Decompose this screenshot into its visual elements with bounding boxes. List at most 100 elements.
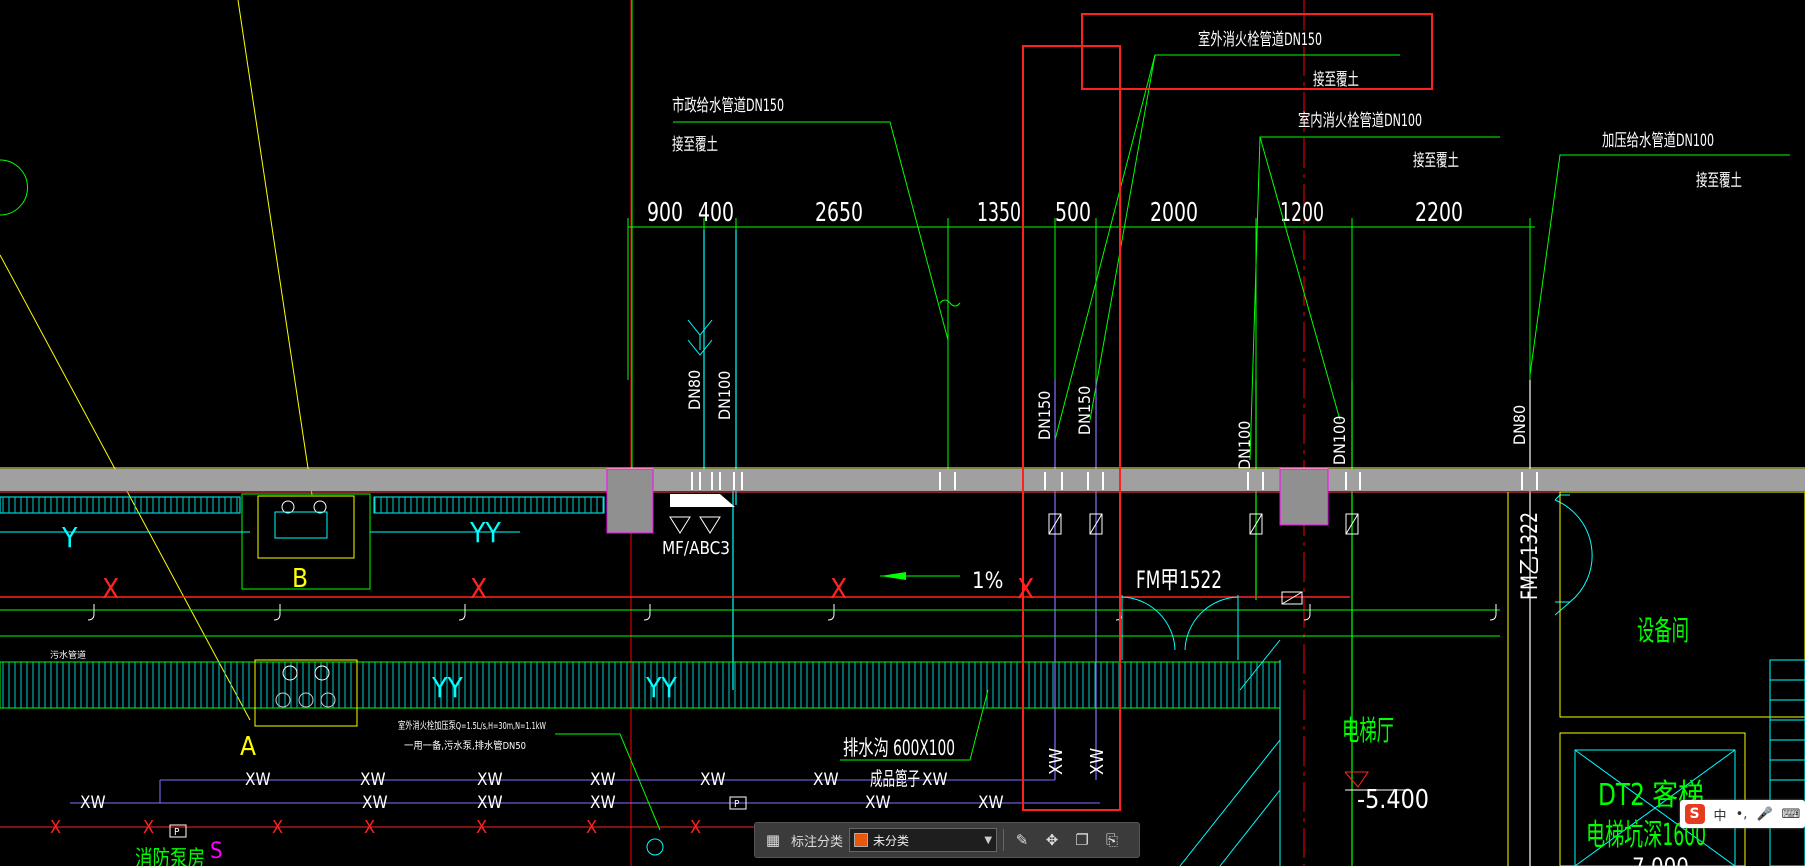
highlight-box-label [1081, 13, 1433, 90]
pit-a-label: A [240, 732, 256, 762]
dim-label: 400 [698, 198, 734, 228]
door-fm [1121, 595, 1239, 660]
vertical-size-label: DN100 [715, 371, 734, 420]
ime-status-bar[interactable]: S 中 •, 🎤 ⌨ [1680, 800, 1805, 828]
cad-text: XW [865, 793, 891, 813]
door-fmb [1554, 494, 1593, 616]
pressurized-pipe-label: 加压给水管道DN100 [1602, 131, 1714, 151]
p-tag-label: P [174, 827, 180, 838]
vertical-size-labels: DN80 DN100 DN150 DN150 DN100 DN100 DN80 [685, 370, 1529, 470]
cad-text: X [50, 817, 61, 838]
annotation-category-label: 标注分类 [791, 834, 844, 850]
slope-arrowhead [880, 572, 906, 580]
pipe-labels: 室外消火栓管道DN150 接至覆土 市政给水管道DN150 接至覆土 室内消火栓… [672, 30, 1742, 191]
category-selected-value: 未分类 [873, 833, 910, 848]
dim-label: 500 [1055, 198, 1091, 228]
vertical-size-label: DN80 [685, 370, 704, 410]
grid-icon[interactable]: ▦ [761, 828, 785, 852]
edit-icon[interactable]: ✎ [1010, 828, 1034, 852]
bottom-level-label: -7.000 [1625, 855, 1689, 866]
ime-logo-icon[interactable]: S [1684, 804, 1705, 824]
s-tag-label: S [210, 839, 223, 864]
cad-text: XW [477, 793, 503, 813]
copy-icon[interactable]: ❐ [1070, 828, 1094, 852]
punctuation-icon[interactable]: •, [1736, 807, 1748, 822]
cad-drawing-canvas[interactable]: 900 400 2650 1350 500 2000 1200 2200 室外消… [0, 0, 1805, 866]
small-label: 污水管道 [50, 649, 86, 661]
vertical-size-label: DN150 [1035, 391, 1054, 440]
annotation-toolbar: ▦ 标注分类 未分类 ▼ ✎ ✥ ❐ ⎘ [754, 822, 1140, 858]
ime-mode-toggle[interactable]: 中 [1714, 805, 1727, 824]
pipe-y-label: Y [61, 521, 78, 554]
j-hooks [87, 604, 1497, 621]
door-fm-label: FM甲1522 [1136, 566, 1222, 594]
pump-note-2: 一用一备,污水泵,排水管DN50 [404, 739, 526, 752]
fire-extinguisher: MF/ABC3 [662, 494, 735, 559]
stair-lines [1770, 679, 1805, 781]
p-tag-label: P [734, 799, 740, 810]
xw-marks: XW XW [1046, 748, 1108, 775]
cad-drawing-svg[interactable]: 900 400 2650 1350 500 2000 1200 2200 室外消… [0, 0, 1805, 866]
cad-text: X [830, 572, 847, 605]
yellow-guide-line [237, 0, 313, 496]
equipment-room-label: 设备间 [1637, 614, 1689, 647]
y-fitting-symbol [687, 319, 713, 356]
toolbar-separator [1003, 829, 1005, 851]
dim-label: 900 [647, 198, 683, 228]
cad-text: X [272, 817, 283, 838]
sump-pit-b: B [241, 493, 371, 594]
cad-text: X [470, 572, 487, 605]
outdoor-hydrant-sub: 接至覆土 [1313, 70, 1359, 90]
paste-icon[interactable]: ⎘ [1100, 828, 1124, 852]
dim-label: 1200 [1280, 198, 1324, 228]
vertical-size-label: DN80 [1510, 405, 1529, 445]
grating [374, 497, 604, 513]
municipal-pipe-sub: 接至覆土 [672, 135, 718, 155]
keyboard-icon[interactable]: ⌨ [1782, 807, 1801, 822]
pressurized-pipe-sub: 接至覆土 [1696, 171, 1742, 191]
column-left [606, 468, 654, 534]
partial-circle [0, 159, 28, 216]
grating [0, 497, 240, 513]
cad-text: XW [477, 770, 503, 790]
drainage-trench-grating [0, 661, 1281, 709]
cad-text: X [102, 572, 119, 605]
xw-labels: XW XW XW XW XW XW XW XW XW XW XW XW XW [80, 770, 1004, 813]
pipe-yy-label: YY [645, 671, 677, 704]
mic-icon[interactable]: 🎤 [1756, 807, 1772, 822]
cad-text: X [690, 817, 701, 838]
outdoor-hydrant-label: 室外消火栓管道DN150 [1198, 30, 1322, 50]
cad-text: XW [1087, 748, 1108, 775]
annotation-category-select[interactable]: 未分类 ▼ [849, 828, 998, 852]
column-right [1279, 468, 1329, 526]
indoor-hydrant-label: 室内消火栓管道DN100 [1298, 111, 1422, 131]
move-icon[interactable]: ✥ [1040, 828, 1064, 852]
cad-text: X [1017, 572, 1034, 605]
cad-text: XW [813, 770, 839, 790]
cad-text: XW [590, 793, 616, 813]
dim-label: 1350 [977, 198, 1021, 228]
pipe-yy-label: YY [431, 671, 463, 704]
trench-label: 排水沟 600X100 [843, 736, 955, 760]
vertical-size-label: DN100 [1330, 416, 1349, 465]
cad-text: XW [978, 793, 1004, 813]
category-color-swatch [854, 833, 869, 847]
leader-lines [673, 54, 1790, 461]
dimension-labels: 900 400 2650 1350 500 2000 1200 2200 [647, 198, 1463, 228]
cad-text: XW [245, 770, 271, 790]
cad-text: XW [362, 793, 388, 813]
slope-label: 1% [972, 569, 1003, 594]
cad-text: X [364, 817, 375, 838]
municipal-pipe-label: 市政给水管道DN150 [672, 96, 784, 116]
cad-text: X [476, 817, 487, 838]
cad-text: X [143, 817, 154, 838]
pump-circle [646, 838, 664, 856]
cad-text: XW [700, 770, 726, 790]
elevator-hall-label: 电梯厅 [1342, 714, 1394, 747]
wall-band [0, 469, 1805, 491]
vertical-size-label: DN100 [1235, 421, 1254, 470]
bottom-room-label: 消防泵房 [135, 847, 205, 866]
indoor-hydrant-sub: 接至覆土 [1413, 151, 1459, 171]
extinguisher-label: MF/ABC3 [662, 538, 730, 559]
cad-text: XW [922, 770, 948, 790]
